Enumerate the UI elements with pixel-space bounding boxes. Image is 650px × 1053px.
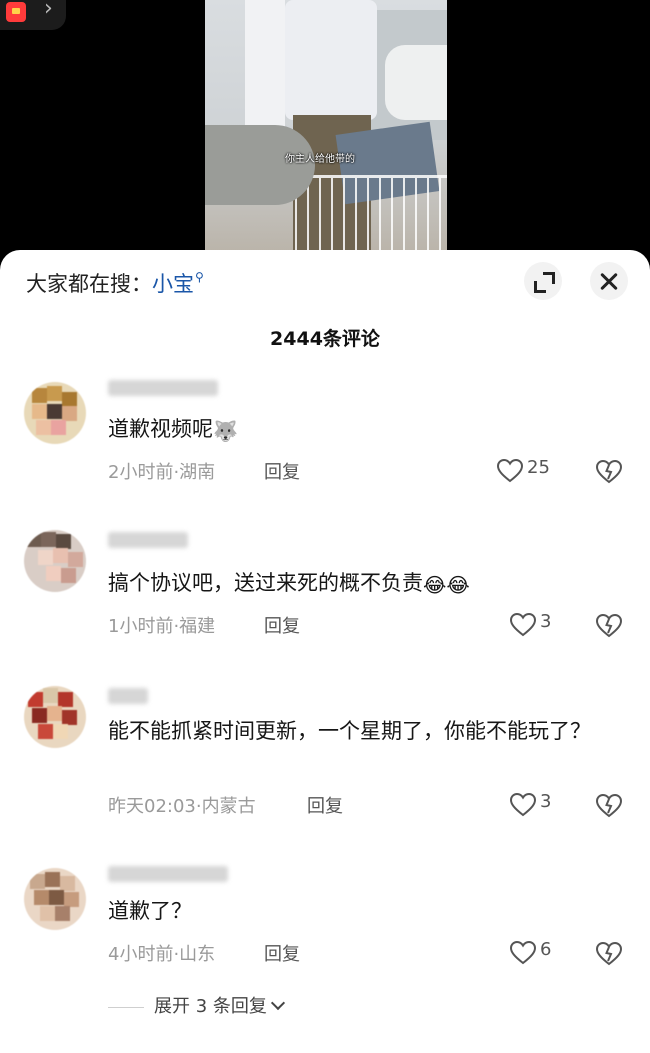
close-button[interactable] — [590, 262, 628, 300]
comment-meta: 1小时前·福建 — [108, 616, 216, 637]
comment-text: 搞个协议吧，送过来死的概不负责😂😂 — [108, 566, 628, 602]
video-frame: 你主人给他带的 — [205, 0, 447, 260]
like-count: 25 — [527, 457, 550, 478]
username[interactable] — [108, 380, 218, 396]
search-icon: ⚲ — [195, 270, 204, 284]
avatar[interactable] — [24, 686, 86, 748]
expand-button[interactable] — [524, 262, 562, 300]
reply-button[interactable]: 回复 — [264, 612, 300, 638]
avatar[interactable] — [24, 868, 86, 930]
like-button[interactable]: 3 — [510, 611, 590, 641]
comment-meta: 2小时前·湖南 — [108, 462, 216, 483]
heart-icon — [510, 793, 536, 817]
search-term[interactable]: 小宝 — [152, 272, 194, 296]
search-prefix: 大家都在搜： — [26, 272, 152, 296]
username[interactable] — [108, 532, 188, 548]
heart-icon — [510, 941, 536, 965]
laughing-crying-emoji: 😂😂 — [423, 573, 470, 597]
comment-text: 道歉了？ — [108, 899, 192, 923]
like-count: 3 — [540, 791, 552, 812]
reply-button[interactable]: 回复 — [264, 940, 300, 966]
red-packet-badge[interactable]: › — [0, 0, 66, 30]
avatar[interactable] — [24, 530, 86, 592]
like-button[interactable]: 25 — [497, 457, 577, 487]
reply-button[interactable]: 回复 — [307, 792, 343, 818]
dislike-icon[interactable] — [596, 459, 622, 485]
heart-icon — [510, 613, 536, 637]
expand-replies-button[interactable]: 展开 3 条回复 — [108, 992, 285, 1018]
like-count: 6 — [540, 939, 552, 960]
like-button[interactable]: 6 — [510, 939, 590, 969]
avatar[interactable] — [24, 382, 86, 444]
chevron-right-icon: › — [44, 0, 53, 21]
red-packet-icon — [6, 2, 26, 22]
video-player[interactable]: › 你主人给他带的 — [0, 0, 650, 260]
heart-icon — [497, 459, 523, 483]
dislike-icon[interactable] — [596, 793, 622, 819]
dislike-icon[interactable] — [596, 941, 622, 967]
comments-sheet: 大家都在搜：小宝⚲ 2444条评论 道歉视频呢🐺 2小时前·湖南 回复 25 搞… — [0, 250, 650, 1053]
username[interactable] — [108, 866, 228, 882]
dislike-icon[interactable] — [596, 613, 622, 639]
reply-button[interactable]: 回复 — [264, 458, 300, 484]
chevron-down-icon — [270, 995, 285, 1011]
comment-text: 能不能抓紧时间更新，一个星期了，你能不能玩了？ — [108, 719, 591, 743]
trending-search[interactable]: 大家都在搜：小宝⚲ — [26, 268, 204, 298]
like-count: 3 — [540, 611, 552, 632]
husky-emoji: 🐺 — [213, 419, 238, 443]
video-caption: 你主人给他带的 — [285, 154, 355, 165]
divider — [108, 1006, 144, 1008]
comment-text: 道歉视频呢🐺 — [108, 412, 628, 448]
like-button[interactable]: 3 — [510, 791, 590, 821]
comment-meta: 昨天02:03·内蒙古 — [108, 796, 256, 817]
comment-count: 2444条评论 — [270, 328, 380, 350]
username[interactable] — [108, 688, 148, 704]
comment-meta: 4小时前·山东 — [108, 944, 216, 965]
